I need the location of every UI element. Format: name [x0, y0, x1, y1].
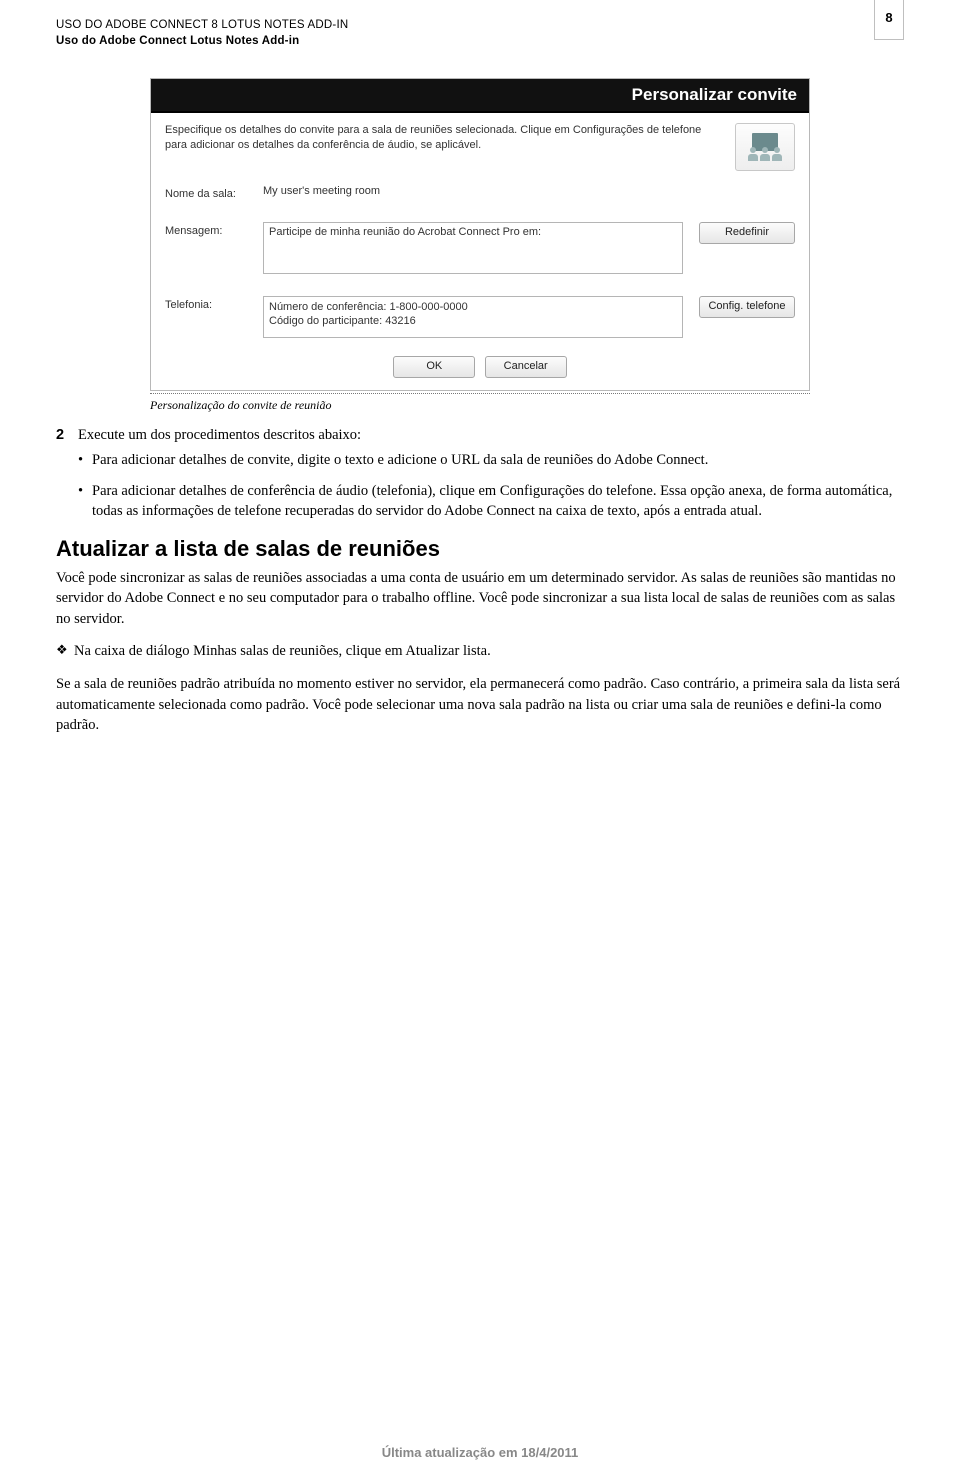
reset-button[interactable]: Redefinir: [699, 222, 795, 244]
step-number: 2: [56, 427, 78, 444]
telephony-row: Telefonia: Número de conferência: 1-800-…: [165, 296, 795, 338]
list-item: Para adicionar detalhes de convite, digi…: [78, 450, 904, 471]
dialog-screenshot: Personalizar convite Especifique os deta…: [150, 78, 810, 391]
list-item: Para adicionar detalhes de conferência d…: [78, 481, 904, 522]
message-input[interactable]: Participe de minha reunião do Acrobat Co…: [263, 222, 683, 274]
section-heading: Atualizar a lista de salas de reuniões: [56, 536, 904, 562]
step-line: 2 Execute um dos procedimentos descritos…: [56, 427, 904, 444]
room-name-label: Nome da sala:: [165, 185, 255, 200]
dialog-footer-buttons: OK Cancelar: [165, 356, 795, 378]
dialog-titlebar: Personalizar convite: [151, 79, 809, 113]
tel-line-1: Número de conferência: 1-800-000-0000: [269, 300, 677, 314]
page-footer: Última atualização em 18/4/2011: [0, 1445, 960, 1460]
page-number-box: 8: [874, 0, 904, 40]
people-icon: [748, 133, 782, 161]
paragraph: Se a sala de reuniões padrão atribuída n…: [56, 674, 904, 736]
bullet-list: Para adicionar detalhes de convite, digi…: [78, 450, 904, 522]
dotted-separator: [150, 393, 810, 394]
header-line2: Uso do Adobe Connect Lotus Notes Add-in: [56, 34, 904, 50]
page-header: USO DO ADOBE CONNECT 8 LOTUS NOTES ADD-I…: [0, 0, 960, 48]
page-number: 8: [885, 10, 892, 25]
telephony-label: Telefonia:: [165, 296, 255, 311]
paragraph: Você pode sincronizar as salas de reuniõ…: [56, 568, 904, 630]
message-label: Mensagem:: [165, 222, 255, 237]
figure-caption: Personalização do convite de reunião: [150, 398, 810, 413]
ok-button[interactable]: OK: [393, 356, 475, 378]
header-text: USO DO ADOBE CONNECT 8 LOTUS NOTES ADD-I…: [56, 18, 904, 49]
telephony-input[interactable]: Número de conferência: 1-800-000-0000 Có…: [263, 296, 683, 338]
header-line1: USO DO ADOBE CONNECT 8 LOTUS NOTES ADD-I…: [56, 18, 904, 34]
message-row: Mensagem: Participe de minha reunião do …: [165, 222, 795, 274]
dialog-body: Especifique os detalhes do convite para …: [151, 113, 809, 390]
diamond-step: Na caixa de diálogo Minhas salas de reun…: [56, 641, 904, 662]
cancel-button[interactable]: Cancelar: [485, 356, 567, 378]
room-name-row: Nome da sala: My user's meeting room: [165, 185, 795, 200]
tel-line-2: Código do participante: 43216: [269, 314, 677, 328]
phone-config-button[interactable]: Config. telefone: [699, 296, 795, 318]
page-content: Personalizar convite Especifique os deta…: [0, 48, 960, 736]
step-text: Execute um dos procedimentos descritos a…: [78, 427, 361, 444]
dialog-description: Especifique os detalhes do convite para …: [165, 123, 723, 153]
meeting-room-icon: [735, 123, 795, 171]
dialog-title: Personalizar convite: [632, 85, 797, 105]
room-name-value: My user's meeting room: [263, 185, 795, 197]
dialog-description-row: Especifique os detalhes do convite para …: [165, 123, 795, 171]
